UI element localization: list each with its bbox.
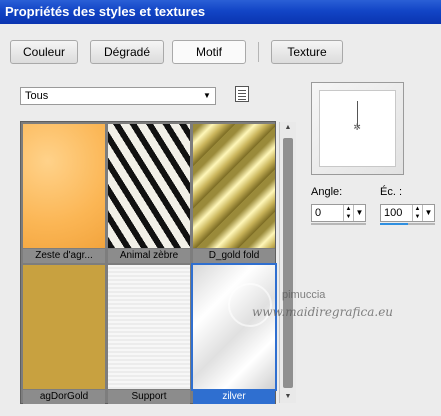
pattern-tile[interactable]: agDorGold: [23, 265, 105, 404]
pattern-swatch: [23, 124, 105, 248]
pivot-icon: ✲: [353, 122, 361, 132]
pattern-swatch: [108, 124, 190, 248]
watermark-line1: pimuccia: [282, 289, 326, 301]
chevron-down-icon: ▼: [203, 91, 211, 100]
pattern-preview: ✲: [311, 82, 404, 175]
spin-updown-icon[interactable]: ▲ ▼: [412, 205, 422, 221]
chevron-down-icon[interactable]: ▼: [353, 205, 365, 221]
chevron-down-icon[interactable]: ▼: [422, 205, 434, 221]
angle-label: Angle:: [311, 186, 343, 198]
scale-slider[interactable]: [380, 223, 435, 225]
scale-slider-fill: [380, 223, 408, 225]
pattern-grid: Zeste d'agr... Animal zèbre D_gold fold …: [20, 121, 296, 404]
pattern-caption: Zeste d'agr...: [23, 249, 105, 263]
angle-spinner[interactable]: 0 ▲ ▼ ▼: [311, 204, 366, 222]
list-browse-icon[interactable]: [235, 86, 249, 102]
pattern-swatch: [193, 124, 275, 248]
category-select[interactable]: Tous ▼: [20, 87, 216, 105]
pattern-scrollbar[interactable]: ▲ ▼: [279, 122, 296, 403]
pattern-tile[interactable]: Animal zèbre: [108, 124, 190, 263]
pattern-tile[interactable]: D_gold fold: [193, 124, 275, 263]
scroll-thumb[interactable]: [283, 138, 293, 388]
pattern-tile[interactable]: Zeste d'agr...: [23, 124, 105, 263]
pattern-tile[interactable]: Support: [108, 265, 190, 404]
scale-spinner[interactable]: 100 ▲ ▼ ▼: [380, 204, 435, 222]
tab-separator: [258, 42, 259, 62]
pattern-caption: agDorGold: [23, 390, 105, 404]
tab-degrade[interactable]: Dégradé: [90, 40, 164, 64]
scale-value: 100: [384, 207, 403, 219]
tab-texture[interactable]: Texture: [271, 40, 343, 64]
angle-value: 0: [315, 207, 322, 219]
scroll-up-icon[interactable]: ▲: [280, 122, 296, 134]
tab-couleur[interactable]: Couleur: [10, 40, 78, 64]
category-select-value: Tous: [25, 90, 49, 102]
watermark-line2: www.maidiregrafica.eu: [252, 305, 394, 319]
spin-updown-icon[interactable]: ▲ ▼: [343, 205, 353, 221]
window-title: Propriétés des styles et textures: [5, 4, 206, 19]
scroll-down-icon[interactable]: ▼: [280, 391, 296, 403]
window-title-bar: Propriétés des styles et textures: [0, 0, 441, 24]
angle-slider[interactable]: [311, 223, 366, 225]
watermark: pimuccia www.maidiregrafica.eu: [228, 271, 438, 331]
tab-motif[interactable]: Motif: [172, 40, 246, 64]
pattern-swatch: [23, 265, 105, 389]
pattern-caption: Animal zèbre: [108, 249, 190, 263]
pattern-caption: zilver: [193, 390, 275, 404]
preview-canvas: ✲: [319, 90, 396, 167]
pattern-swatch: [108, 265, 190, 389]
pattern-caption: D_gold fold: [193, 249, 275, 263]
dialog-body: Couleur Dégradé Motif Texture Tous ▼ Zes…: [0, 24, 441, 416]
pattern-caption: Support: [108, 390, 190, 404]
scale-label: Éc. :: [380, 186, 403, 198]
